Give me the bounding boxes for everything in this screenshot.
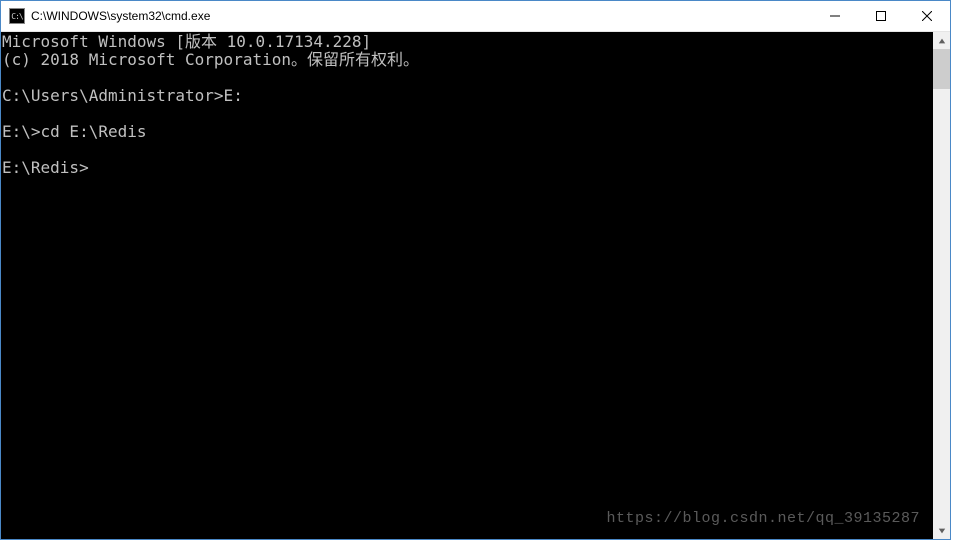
window-title: C:\WINDOWS\system32\cmd.exe bbox=[31, 9, 812, 23]
window-controls bbox=[812, 1, 950, 31]
cmd-icon: C:\ bbox=[9, 8, 25, 24]
terminal-output[interactable]: Microsoft Windows [版本 10.0.17134.228] (c… bbox=[1, 32, 933, 539]
terminal-area: Microsoft Windows [版本 10.0.17134.228] (c… bbox=[1, 32, 950, 539]
scroll-up-button[interactable] bbox=[933, 32, 950, 49]
close-button[interactable] bbox=[904, 1, 950, 31]
minimize-button[interactable] bbox=[812, 1, 858, 31]
cmd-window: C:\ C:\WINDOWS\system32\cmd.exe Microsof… bbox=[0, 0, 951, 540]
scroll-thumb[interactable] bbox=[933, 49, 950, 89]
vertical-scrollbar[interactable] bbox=[933, 32, 950, 539]
maximize-button[interactable] bbox=[858, 1, 904, 31]
scroll-track[interactable] bbox=[933, 49, 950, 522]
titlebar[interactable]: C:\ C:\WINDOWS\system32\cmd.exe bbox=[1, 1, 950, 32]
scroll-down-button[interactable] bbox=[933, 522, 950, 539]
